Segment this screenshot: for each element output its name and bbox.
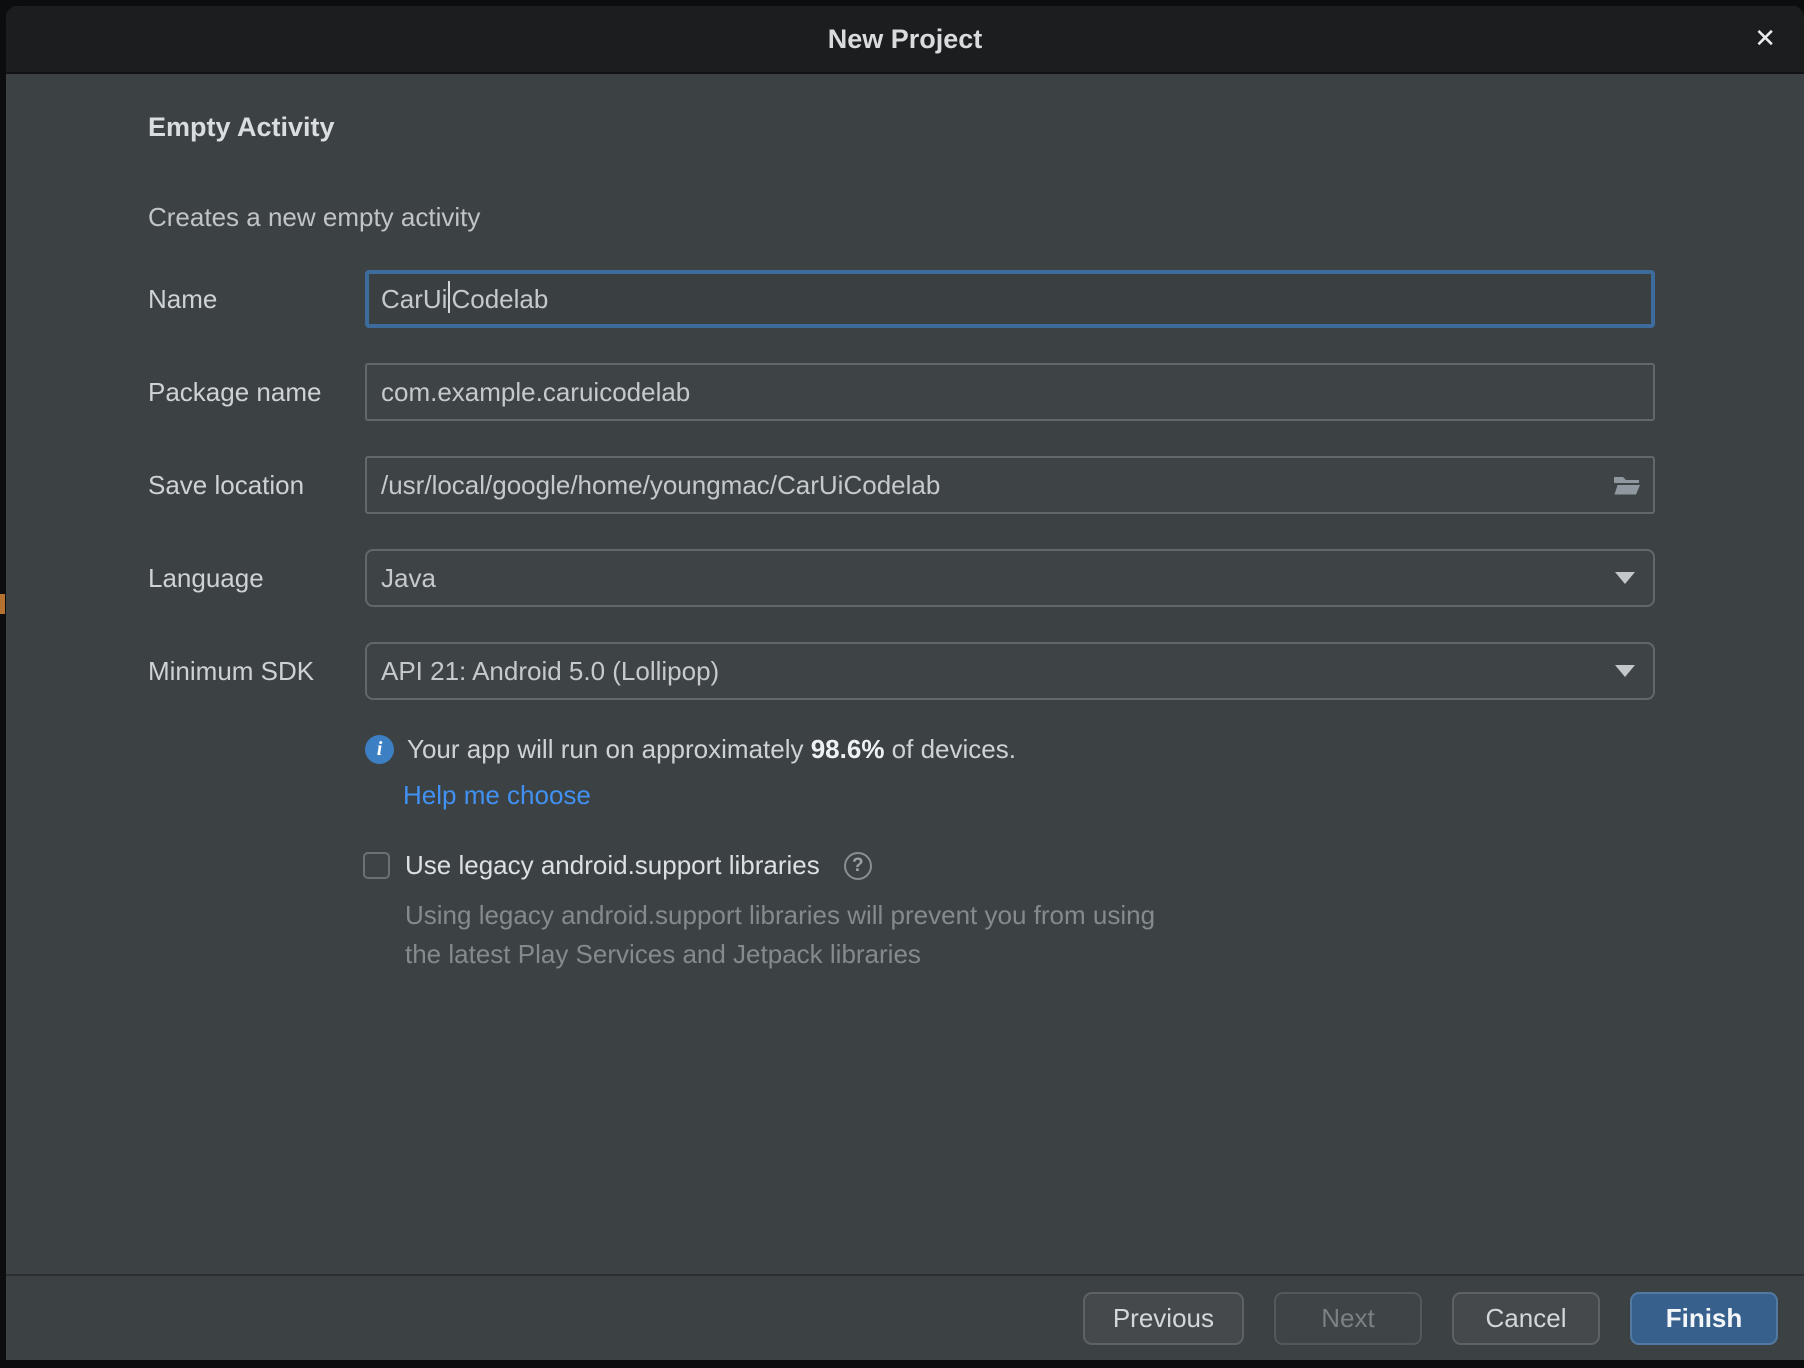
dialog-titlebar[interactable]: New Project ✕ bbox=[6, 6, 1804, 74]
device-percent: 98.6% bbox=[811, 734, 885, 764]
language-select[interactable]: Java bbox=[365, 549, 1655, 607]
legacy-checkbox[interactable] bbox=[363, 852, 390, 879]
sdk-coverage-text: Your app will run on approximately 98.6%… bbox=[407, 734, 1016, 765]
dialog-footer: Previous Next Cancel Finish bbox=[6, 1274, 1804, 1360]
close-icon[interactable]: ✕ bbox=[1754, 26, 1776, 52]
legacy-description: Using legacy android.support libraries w… bbox=[405, 896, 1155, 974]
minimum-sdk-value: API 21: Android 5.0 (Lollipop) bbox=[381, 656, 719, 687]
legacy-description-line2: the latest Play Services and Jetpack lib… bbox=[405, 935, 1155, 974]
chevron-down-icon bbox=[1615, 665, 1635, 677]
screen: New Project ✕ Empty Activity Creates a n… bbox=[0, 0, 1804, 1368]
coverage-text-before: Your app will run on approximately bbox=[407, 734, 811, 764]
coverage-text-after: of devices. bbox=[884, 734, 1016, 764]
minimum-sdk-label: Minimum SDK bbox=[148, 656, 365, 687]
next-button[interactable]: Next bbox=[1274, 1292, 1422, 1345]
legacy-support-row: Use legacy android.support libraries ? bbox=[363, 850, 872, 881]
name-row: Name CarUiCodelab bbox=[148, 270, 1655, 328]
save-location-input[interactable]: /usr/local/google/home/youngmac/CarUiCod… bbox=[365, 456, 1655, 514]
name-value-after-cursor: Codelab bbox=[451, 284, 548, 315]
activity-subheading: Creates a new empty activity bbox=[148, 202, 480, 233]
dialog-title: New Project bbox=[828, 24, 983, 55]
name-value-before-cursor: CarUi bbox=[381, 284, 447, 315]
new-project-dialog: New Project ✕ Empty Activity Creates a n… bbox=[6, 6, 1804, 1360]
name-label: Name bbox=[148, 284, 365, 315]
cancel-button[interactable]: Cancel bbox=[1452, 1292, 1600, 1345]
info-icon: i bbox=[365, 735, 394, 764]
background-window-sliver bbox=[0, 594, 5, 614]
package-name-label: Package name bbox=[148, 377, 365, 408]
minimum-sdk-row: Minimum SDK API 21: Android 5.0 (Lollipo… bbox=[148, 642, 1655, 700]
package-name-row: Package name com.example.caruicodelab bbox=[148, 363, 1655, 421]
language-row: Language Java bbox=[148, 549, 1655, 607]
language-label: Language bbox=[148, 563, 365, 594]
previous-button[interactable]: Previous bbox=[1083, 1292, 1244, 1345]
legacy-checkbox-label[interactable]: Use legacy android.support libraries bbox=[405, 850, 820, 881]
save-location-label: Save location bbox=[148, 470, 365, 501]
open-folder-icon[interactable] bbox=[1613, 474, 1641, 496]
activity-heading: Empty Activity bbox=[148, 112, 335, 143]
text-cursor bbox=[448, 281, 450, 313]
minimum-sdk-select[interactable]: API 21: Android 5.0 (Lollipop) bbox=[365, 642, 1655, 700]
name-input[interactable]: CarUiCodelab bbox=[365, 270, 1655, 328]
help-icon[interactable]: ? bbox=[844, 852, 872, 880]
language-value: Java bbox=[381, 563, 436, 594]
package-name-input[interactable]: com.example.caruicodelab bbox=[365, 363, 1655, 421]
package-name-value: com.example.caruicodelab bbox=[381, 377, 690, 408]
save-location-value: /usr/local/google/home/youngmac/CarUiCod… bbox=[381, 470, 940, 501]
legacy-description-line1: Using legacy android.support libraries w… bbox=[405, 896, 1155, 935]
save-location-row: Save location /usr/local/google/home/you… bbox=[148, 456, 1655, 514]
dialog-body: Empty Activity Creates a new empty activ… bbox=[6, 74, 1804, 1274]
sdk-coverage-row: i Your app will run on approximately 98.… bbox=[365, 734, 1016, 765]
help-me-choose-link[interactable]: Help me choose bbox=[403, 780, 591, 811]
finish-button[interactable]: Finish bbox=[1630, 1292, 1778, 1345]
chevron-down-icon bbox=[1615, 572, 1635, 584]
